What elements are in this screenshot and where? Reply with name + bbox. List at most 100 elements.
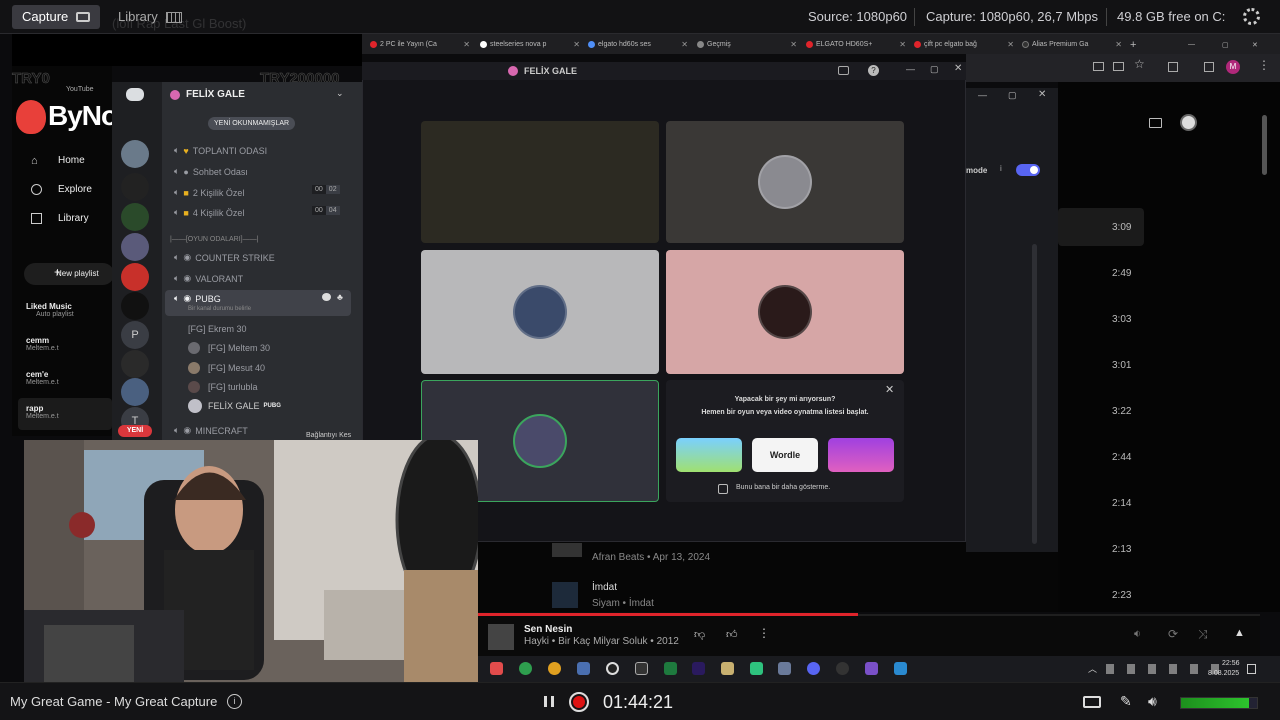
- close-icon[interactable]: ✕: [954, 63, 962, 74]
- minimize-icon[interactable]: —: [1188, 37, 1198, 52]
- tray-chevron-icon[interactable]: ︿: [1088, 662, 1097, 675]
- app-icon[interactable]: [750, 662, 763, 675]
- playlist-item[interactable]: Liked Music Auto playlist: [26, 302, 74, 318]
- inbox-icon[interactable]: [838, 66, 849, 75]
- close-icon[interactable]: ✕: [1115, 40, 1122, 49]
- dislike-icon[interactable]: 👎︎: [694, 628, 705, 641]
- server-icon[interactable]: [121, 140, 149, 168]
- browser-tab[interactable]: elgato hd60s ses ✕: [588, 37, 688, 52]
- close-window-icon[interactable]: ✕: [1252, 37, 1262, 52]
- app-icon[interactable]: [778, 662, 791, 675]
- server-icon[interactable]: [121, 350, 149, 378]
- app-icon[interactable]: [894, 662, 907, 675]
- close-icon[interactable]: ✕: [790, 40, 797, 49]
- game-card-wordle[interactable]: Wordle: [752, 438, 818, 472]
- tab-capture[interactable]: Capture: [12, 5, 101, 29]
- premiere-icon[interactable]: [692, 662, 705, 675]
- chat-bubble-icon[interactable]: [322, 293, 331, 301]
- channel-item[interactable]: 🔈︎ ◉ MINECRAFT: [174, 425, 248, 436]
- browser-tab[interactable]: ELGATO HD60S+ ✕: [806, 37, 906, 52]
- nav-home[interactable]: Home: [58, 155, 85, 166]
- voice-member[interactable]: [FG] Ekrem 30: [188, 324, 247, 334]
- channel-item[interactable]: 🔈︎ ■ 4 Kişilik Özel: [174, 207, 244, 218]
- server-icon[interactable]: [121, 378, 149, 406]
- now-playing-title[interactable]: Sen Nesin: [524, 624, 572, 635]
- close-icon[interactable]: ✕: [573, 40, 580, 49]
- game-card[interactable]: [676, 438, 742, 472]
- calculator-icon[interactable]: [577, 662, 590, 675]
- shuffle-icon[interactable]: ⤨: [1198, 627, 1208, 642]
- excel-icon[interactable]: [664, 662, 677, 675]
- maximize-icon[interactable]: ▢: [930, 64, 939, 75]
- voice-member[interactable]: [FG] Meltem 30: [188, 342, 270, 354]
- track-thumb[interactable]: [552, 582, 578, 608]
- discord-logo-icon[interactable]: [126, 88, 144, 101]
- like-icon[interactable]: 👍︎: [726, 628, 738, 641]
- volume-icon[interactable]: 🔉︎: [1134, 628, 1141, 641]
- chrome-icon[interactable]: [519, 662, 532, 675]
- playlist-item[interactable]: cem'e Meltem.e.t: [26, 370, 59, 386]
- server-icon[interactable]: [121, 292, 149, 320]
- reading-list-icon[interactable]: [1204, 62, 1214, 72]
- scrollbar[interactable]: [1262, 115, 1267, 175]
- notification-icon[interactable]: [1247, 664, 1256, 674]
- participant-tile[interactable]: [666, 121, 904, 243]
- close-icon[interactable]: ✕: [1007, 40, 1014, 49]
- channel-status-hint[interactable]: Bir kanal durumu belirle: [188, 306, 251, 312]
- unread-pill[interactable]: YENİ OKUNMAMIŞLAR: [208, 117, 296, 130]
- obs-icon[interactable]: [606, 662, 619, 675]
- info-icon[interactable]: i: [227, 694, 242, 709]
- voice-member[interactable]: [FG] turlubla: [188, 381, 258, 393]
- server-icon[interactable]: [121, 173, 149, 201]
- menu-dots-icon[interactable]: ⋮: [1258, 58, 1270, 72]
- discord-icon[interactable]: [807, 662, 820, 675]
- new-tab-plus-icon[interactable]: +: [1130, 37, 1142, 52]
- expand-icon[interactable]: ▲: [1234, 627, 1245, 639]
- mode-toggle[interactable]: [1016, 164, 1040, 176]
- add-member-icon[interactable]: ♣: [337, 292, 343, 302]
- channel-item[interactable]: 🔈︎ ◉ VALORANT: [174, 273, 243, 284]
- server-icon[interactable]: [121, 233, 149, 261]
- app-icon[interactable]: [721, 662, 734, 675]
- close-icon[interactable]: ✕: [681, 40, 688, 49]
- more-icon[interactable]: ⋮: [758, 626, 770, 640]
- voice-member[interactable]: FELİX GALE PUBG: [188, 399, 281, 413]
- participant-tile[interactable]: [421, 121, 659, 243]
- speaker-icon[interactable]: 🔊︎: [1148, 693, 1157, 710]
- server-icon[interactable]: [121, 203, 149, 231]
- help-icon[interactable]: ?: [868, 65, 879, 76]
- channel-item[interactable]: 🔈︎ ◉ COUNTER STRIKE: [174, 252, 275, 263]
- record-button[interactable]: [569, 692, 589, 712]
- game-card[interactable]: [828, 438, 894, 472]
- disconnect-button[interactable]: Bağlantıyı Kes: [306, 432, 351, 439]
- channel-item[interactable]: 🔈︎ ● Sohbet Odası: [174, 166, 248, 177]
- chevron-down-icon[interactable]: ⌄: [336, 88, 344, 99]
- cast-icon[interactable]: [1149, 118, 1162, 128]
- share-icon[interactable]: [1120, 60, 1130, 70]
- browser-tab[interactable]: çift pc elgato bağ ✕: [914, 37, 1014, 52]
- browser-tab[interactable]: Alias Premium Ga ✕: [1022, 37, 1122, 52]
- server-header[interactable]: FELİX GALE ⌄: [166, 88, 352, 104]
- participant-tile[interactable]: [666, 250, 904, 374]
- bookmark-star-icon[interactable]: ☆: [1134, 57, 1145, 71]
- minimize-icon[interactable]: —: [906, 64, 915, 74]
- folder-icon[interactable]: [635, 662, 648, 675]
- track-title[interactable]: İmdat: [592, 582, 617, 593]
- progress-bar[interactable]: [478, 613, 858, 616]
- panel-scrollbar[interactable]: [1032, 244, 1037, 544]
- channel-item[interactable]: 🔈︎ ■ 2 Kişilik Özel: [174, 187, 244, 198]
- browser-tab[interactable]: steelseries nova p ✕: [480, 37, 580, 52]
- settings-gear-icon[interactable]: [1243, 8, 1260, 25]
- server-icon[interactable]: P: [121, 321, 149, 349]
- dont-show-checkbox[interactable]: [718, 484, 728, 494]
- playlist-item-active[interactable]: rapp Meltem.e.t: [18, 398, 112, 430]
- repeat-icon[interactable]: ⟳: [1168, 627, 1178, 641]
- app-icon[interactable]: [490, 662, 503, 675]
- now-playing-artist[interactable]: Hayki • Bir Kaç Milyar Soluk • 2012: [524, 636, 679, 647]
- server-icon[interactable]: [121, 263, 149, 291]
- album-art[interactable]: [488, 624, 514, 650]
- panel-close-icon[interactable]: ✕: [1038, 89, 1046, 100]
- profile-avatar[interactable]: M: [1226, 60, 1240, 74]
- voice-member[interactable]: [FG] Mesut 40: [188, 362, 265, 374]
- app-icon[interactable]: [836, 662, 849, 675]
